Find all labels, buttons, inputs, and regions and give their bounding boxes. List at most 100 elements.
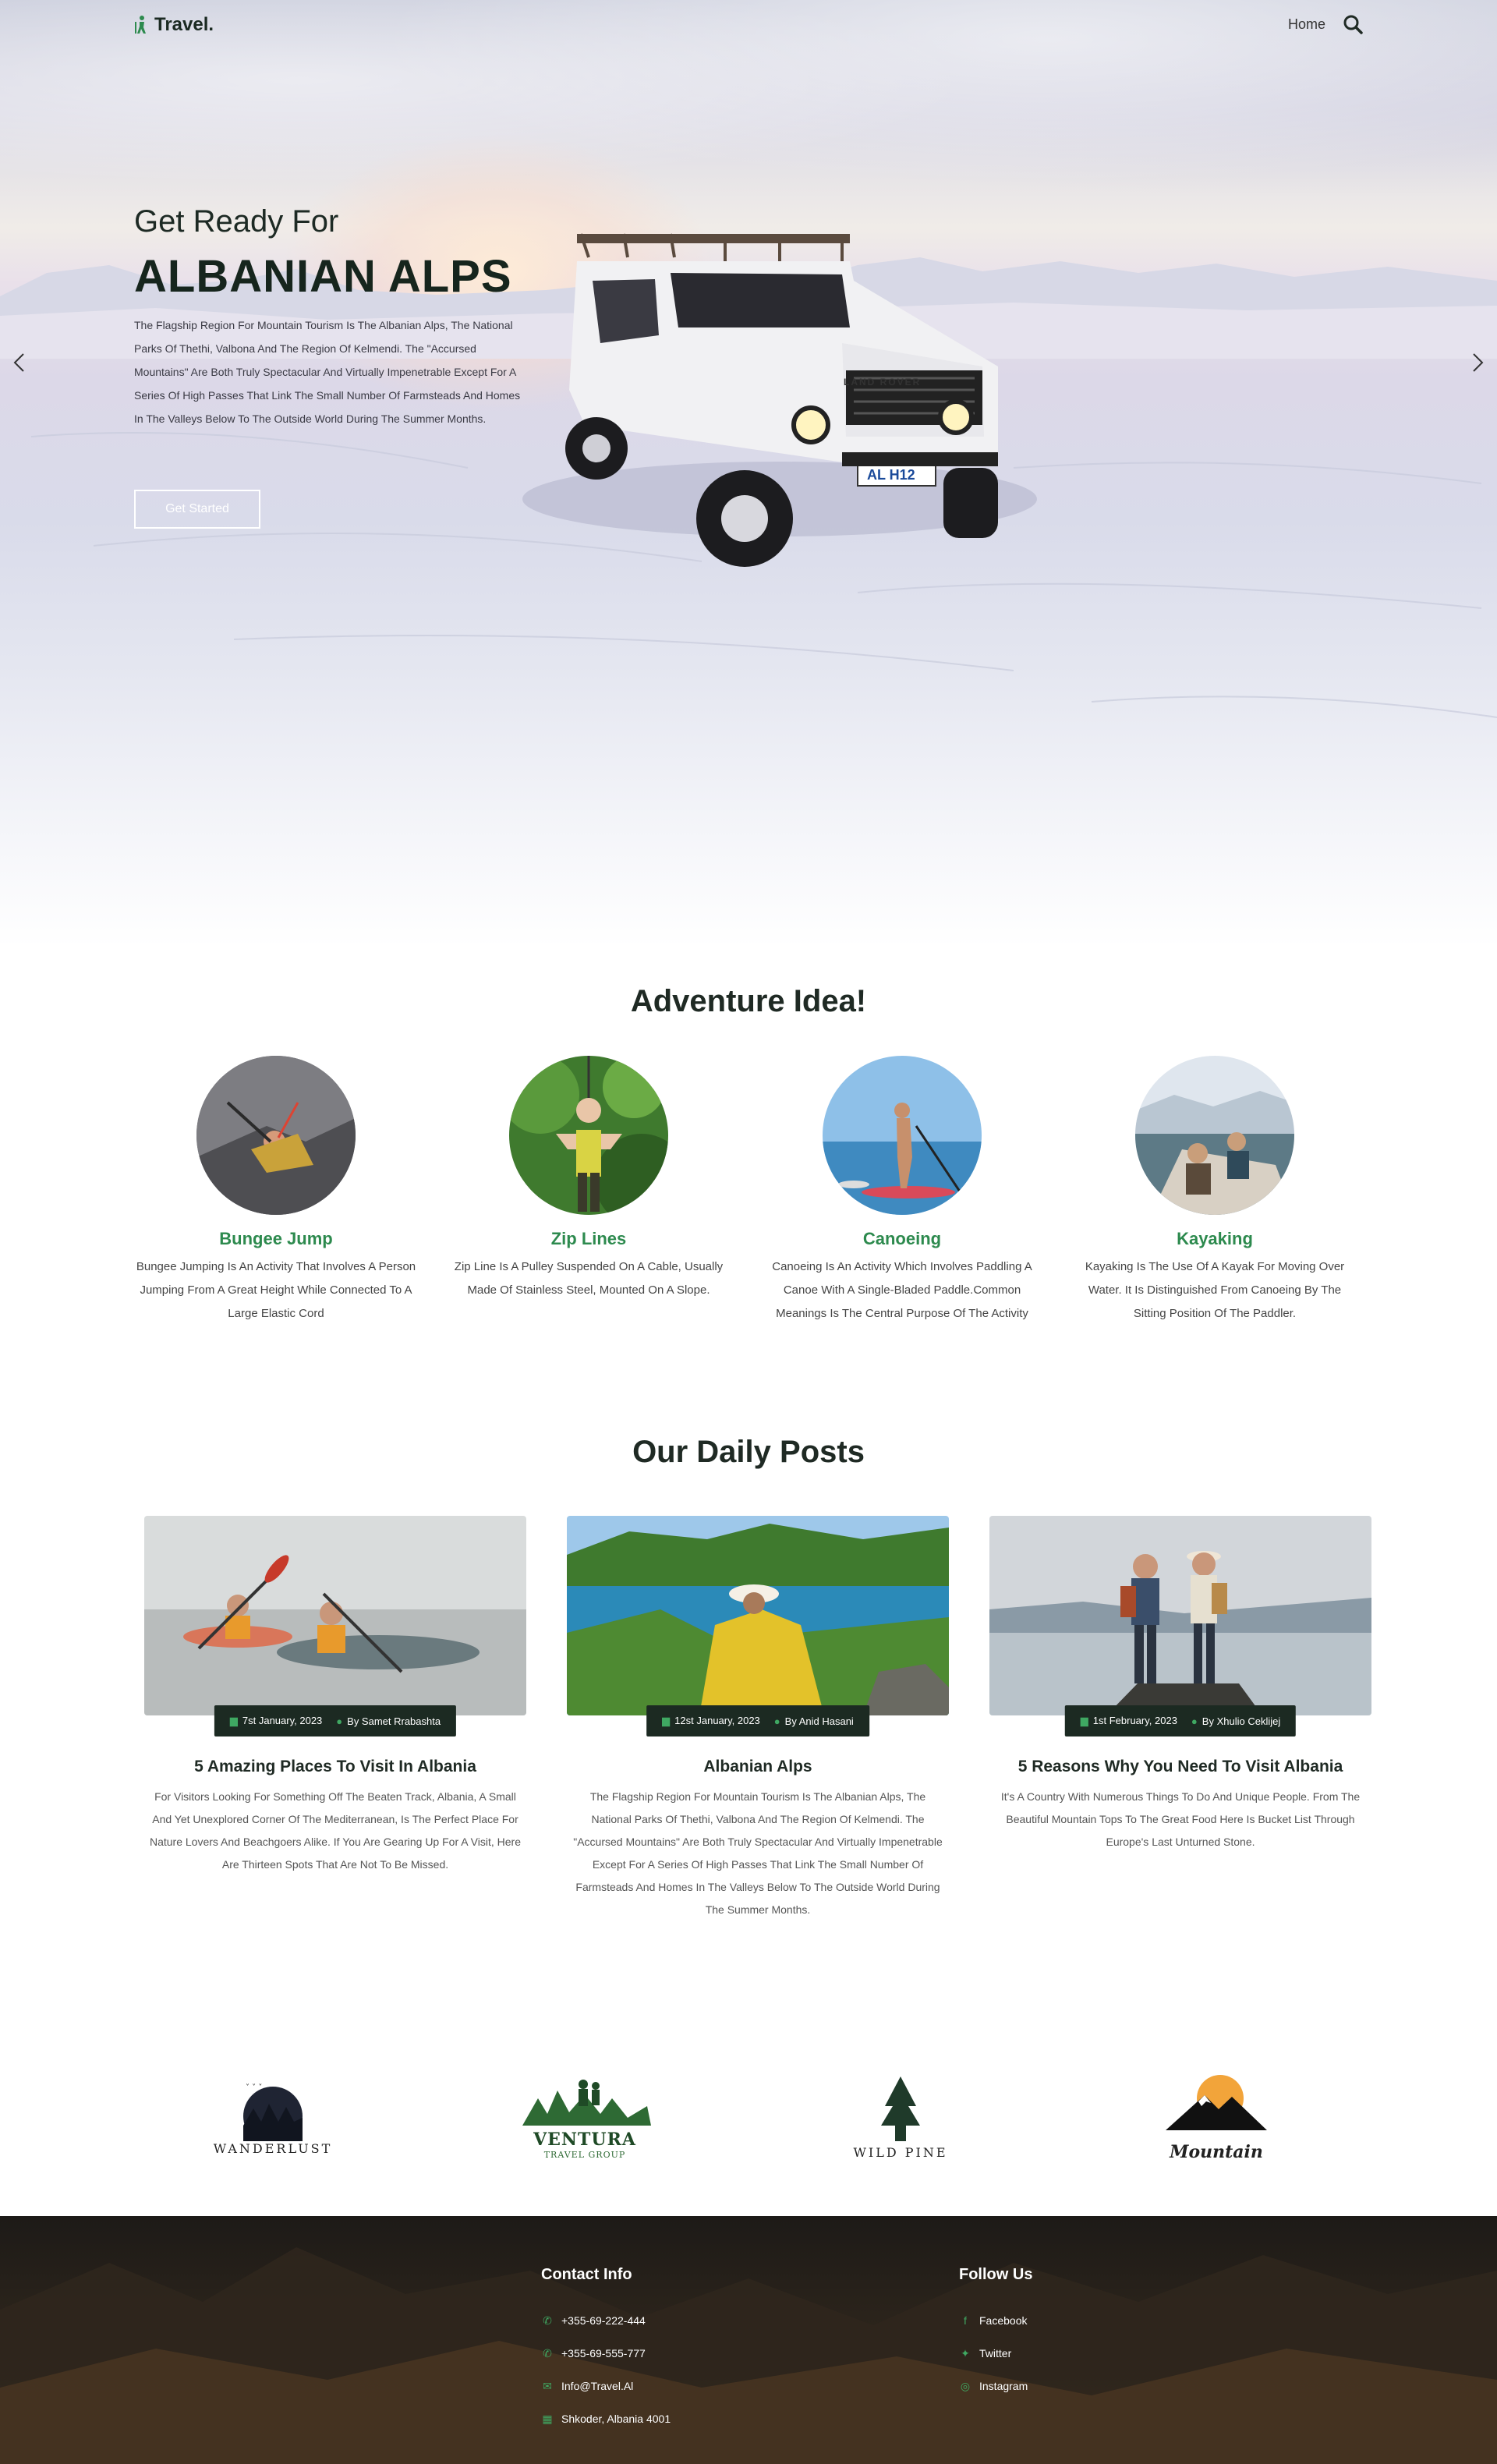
calendar-icon: ▆ (229, 1715, 238, 1726)
facebook-icon: f (964, 2314, 967, 2327)
adventure-text: Canoeing Is An Activity Which Involves P… (772, 1260, 1032, 1320)
search-icon[interactable] (1343, 14, 1363, 34)
post-excerpt: For Visitors Looking For Something Off T… (149, 1790, 521, 1871)
adventure-text: Bungee Jumping Is An Activity That Invol… (136, 1260, 416, 1320)
footer-contact-column: Contact Info ✆ +355-69-222-444 ✆ +355-69-5… (541, 2266, 671, 2435)
social-label: Instagram (979, 2380, 1028, 2392)
wanderlust-logo-mark: ˅ ˅ ˅ (243, 2083, 303, 2141)
post-excerpt: It's A Country With Numerous Things To D… (1000, 1790, 1361, 1848)
footer-mountain-backdrop (0, 2247, 1497, 2464)
brand-name: Travel. (154, 14, 214, 35)
posts-title: Our Daily Posts (632, 1435, 865, 1469)
footer-contact-title: Contact Info (541, 2266, 632, 2283)
hiker-icon (135, 16, 146, 34)
adventure-name: Kayaking (1177, 1229, 1253, 1248)
social-link-instagram[interactable]: ◎ Instagram (959, 2370, 1032, 2402)
phone-icon: ✆ (543, 2346, 552, 2360)
hero-title: ALBANIAN ALPS (134, 251, 512, 302)
contact-text: +355-69-222-444 (561, 2314, 646, 2327)
mountain-logo-mark (1166, 2075, 1267, 2130)
post-image[interactable] (567, 1516, 949, 1715)
adventure-text: Kayaking Is The Use Of A Kayak For Movin… (1085, 1260, 1345, 1320)
partner-name: VENTURA (533, 2129, 636, 2150)
post-title[interactable]: 5 Reasons Why You Need To Visit Albania (989, 1758, 1371, 1776)
svg-text:˅ ˅ ˅: ˅ ˅ ˅ (246, 2083, 262, 2092)
user-icon: ● (773, 1715, 780, 1727)
top-nav: Home (1288, 14, 1363, 34)
adventure-image (196, 1056, 356, 1215)
calendar-icon: ▆ (1080, 1715, 1088, 1726)
brand-logo[interactable]: Travel. (134, 14, 214, 36)
post-card[interactable]: ▆ 1st February, 2023 ● By Xhulio Ceklijej … (989, 1516, 1371, 1853)
footer-follow-title: Follow Us (959, 2266, 1033, 2283)
post-author: By Anid Hasani (784, 1715, 854, 1727)
ventura-logo-mark (522, 2079, 651, 2126)
social-link-twitter[interactable]: ✦ Twitter (959, 2337, 1032, 2370)
post-card[interactable]: ▆ 7st January, 2023 ● By Samet Rrabashta 5… (144, 1516, 526, 1876)
partner-name: Mountain (1170, 2142, 1263, 2162)
post-author: By Samet Rrabashta (347, 1715, 441, 1727)
twitter-icon: ✦ (961, 2346, 970, 2360)
user-icon: ● (1191, 1715, 1198, 1727)
phone-icon: ✆ (543, 2314, 552, 2327)
post-title[interactable]: 5 Amazing Places To Visit In Albania (144, 1758, 526, 1776)
adventure-title: Adventure Idea! (630, 984, 867, 1018)
adventure-card: Canoeing Canoeing Is An Activity Which I… (762, 1056, 1042, 1326)
chevron-right-icon[interactable] (1466, 351, 1489, 374)
social-label: Twitter (979, 2347, 1012, 2360)
post-excerpt: The Flagship Region For Mountain Tourism… (573, 1790, 943, 1916)
partner-tagline: TRAVEL GROUP (543, 2149, 626, 2160)
license-plate: AL H12 (867, 467, 915, 483)
adventure-text: Zip Line Is A Pulley Suspended On A Cabl… (454, 1260, 724, 1297)
contact-address: ▦ Shkoder, Albania 4001 (541, 2402, 671, 2435)
post-meta-bar: ▆ 12st January, 2023 ● By Anid Hasani (646, 1705, 869, 1736)
adventure-name: Zip Lines (550, 1229, 627, 1248)
pine-tree-logo-mark (881, 2076, 920, 2141)
calendar-icon: ▆ (662, 1715, 671, 1726)
mail-icon: ✉ (543, 2379, 552, 2392)
instagram-icon: ◎ (960, 2379, 971, 2392)
contact-text: +355-69-555-777 (561, 2347, 646, 2360)
hero-kicker: Get Ready For (134, 204, 339, 239)
contact-phone-1[interactable]: ✆ +355-69-222-444 (541, 2304, 671, 2337)
post-image[interactable] (989, 1516, 1371, 1715)
post-meta-bar: ▆ 1st February, 2023 ● By Xhulio Ceklijej (1064, 1705, 1297, 1736)
vehicle-badge: LAND ROVER (844, 377, 921, 388)
social-label: Facebook (979, 2314, 1028, 2327)
adventure-image (823, 1056, 982, 1215)
adventure-image (1135, 1056, 1294, 1215)
nav-link-home[interactable]: Home (1288, 16, 1325, 33)
partner-logo-ventura: VENTURA TRAVEL GROUP (499, 2059, 671, 2175)
partner-logo-mountain: Mountain (1131, 2059, 1302, 2175)
partner-logo-wanderlust: ˅ ˅ ˅ WANDERLUST (187, 2059, 359, 2175)
contact-phone-2[interactable]: ✆ +355-69-555-777 (541, 2337, 671, 2370)
post-title[interactable]: Albanian Alps (567, 1758, 949, 1776)
post-image[interactable] (144, 1516, 526, 1715)
post-meta-bar: ▆ 7st January, 2023 ● By Samet Rrabashta (214, 1705, 457, 1736)
post-date: 1st February, 2023 (1092, 1715, 1177, 1726)
hero-scene: LAND ROVER AL H12 (0, 233, 1497, 718)
post-card[interactable]: ▆ 12st January, 2023 ● By Anid Hasani Alba… (567, 1516, 949, 1921)
hero-text-block: Get Ready For ALBANIAN ALPS The Flagship… (134, 204, 540, 430)
social-link-facebook[interactable]: f Facebook (959, 2304, 1032, 2337)
user-icon: ● (336, 1715, 343, 1727)
adventure-card: Kayaking Kayaking Is The Use Of A Kayak … (1074, 1056, 1355, 1326)
post-date: 12st January, 2023 (674, 1715, 760, 1726)
site-footer (0, 2216, 1497, 2464)
post-date: 7st January, 2023 (242, 1715, 323, 1726)
adventure-card: Zip Lines Zip Line Is A Pulley Suspended… (448, 1056, 729, 1302)
contact-text: Info@Travel.Al (561, 2380, 634, 2392)
partner-name: WILD PINE (853, 2144, 948, 2160)
contact-email[interactable]: ✉ Info@Travel.Al (541, 2370, 671, 2402)
hero-section: LAND ROVER AL H12 Travel. Home Get Ready… (0, 0, 1497, 947)
map-icon: ▦ (542, 2412, 553, 2425)
get-started-button[interactable]: Get Started (134, 490, 260, 529)
adventure-name: Bungee Jump (219, 1229, 333, 1248)
partner-logo-wild-pine: WILD PINE (815, 2059, 986, 2175)
footer-social-column: Follow Us f Facebook ✦ Twitter ◎ Instagram (959, 2266, 1032, 2402)
chevron-left-icon[interactable] (8, 351, 31, 374)
contact-text: Shkoder, Albania 4001 (561, 2413, 671, 2425)
post-author: By Xhulio Ceklijej (1201, 1715, 1281, 1727)
adventure-name: Canoeing (862, 1229, 942, 1248)
adventure-card: Bungee Jump Bungee Jumping Is An Activit… (136, 1056, 416, 1326)
